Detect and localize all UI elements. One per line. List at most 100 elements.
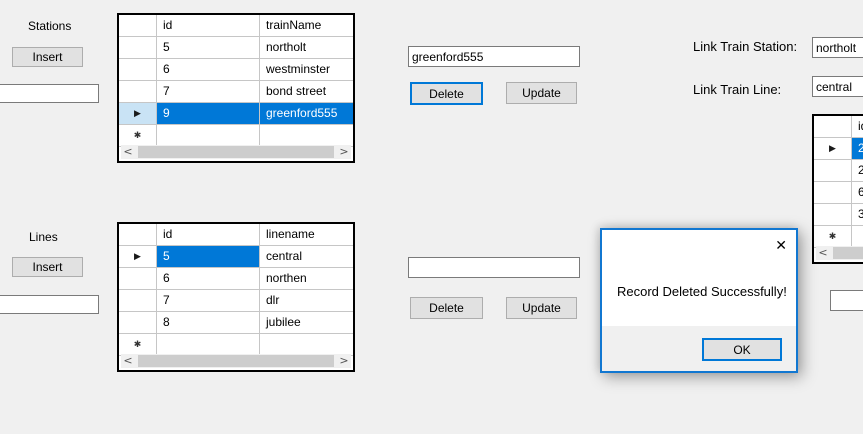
cell-trainname[interactable]: bond street bbox=[260, 81, 353, 102]
cell-id[interactable]: 2 bbox=[852, 160, 863, 181]
table-row-selected[interactable]: ▶ 5 central bbox=[119, 246, 353, 268]
link-train-line-label: Link Train Line: bbox=[693, 82, 781, 97]
stations-grid-header-row: id trainName bbox=[119, 15, 353, 37]
table-row[interactable]: 2 bbox=[814, 160, 863, 182]
stations-insert-button[interactable]: Insert bbox=[12, 47, 83, 67]
link-train-station-input[interactable] bbox=[812, 37, 863, 58]
horizontal-scrollbar[interactable]: < > bbox=[816, 246, 863, 260]
row-header[interactable] bbox=[119, 81, 157, 102]
scroll-left-icon[interactable]: < bbox=[816, 246, 830, 260]
cell-id[interactable]: 5 bbox=[157, 246, 260, 267]
cell-id[interactable]: 7 bbox=[157, 290, 260, 311]
table-row[interactable]: 6 northen bbox=[119, 268, 353, 290]
new-row-header[interactable]: ✱ bbox=[119, 125, 157, 146]
scrollbar-thumb[interactable] bbox=[833, 247, 863, 259]
lines-grid[interactable]: id linename ▶ 5 central 6 northen 7 dlr … bbox=[117, 222, 355, 372]
new-row[interactable]: ✱ bbox=[119, 334, 353, 356]
new-row-icon: ✱ bbox=[829, 232, 837, 241]
table-row-selected[interactable]: ▶ 9 greenford555 bbox=[119, 103, 353, 125]
new-row[interactable]: ✱ bbox=[119, 125, 353, 147]
column-header-trainname[interactable]: trainName bbox=[260, 15, 353, 36]
line-edit-input[interactable] bbox=[408, 257, 580, 278]
lines-section-label: Lines bbox=[29, 230, 58, 244]
cell-id[interactable]: 7 bbox=[157, 81, 260, 102]
line-delete-button[interactable]: Delete bbox=[410, 297, 483, 319]
table-row[interactable]: 6 westminster bbox=[119, 59, 353, 81]
scrollbar-thumb[interactable] bbox=[138, 146, 334, 158]
cell-trainname[interactable]: northolt bbox=[260, 37, 353, 58]
table-row[interactable]: 7 bond street bbox=[119, 81, 353, 103]
scrollbar-thumb[interactable] bbox=[138, 355, 334, 367]
column-header-linename[interactable]: linename bbox=[260, 224, 353, 245]
station-edit-input[interactable] bbox=[408, 46, 580, 67]
cell-linename[interactable]: northen bbox=[260, 268, 353, 289]
grid-corner-cell bbox=[119, 15, 157, 36]
cell-trainname[interactable]: westminster bbox=[260, 59, 353, 80]
cell-id[interactable]: 9 bbox=[157, 103, 260, 124]
stations-grid[interactable]: id trainName 5 northolt 6 westminster 7 … bbox=[117, 13, 355, 163]
column-header-id[interactable]: id bbox=[852, 116, 863, 137]
cell-id[interactable]: 8 bbox=[157, 312, 260, 333]
new-row[interactable]: ✱ bbox=[814, 226, 863, 248]
row-header[interactable] bbox=[119, 59, 157, 80]
link-input[interactable] bbox=[830, 290, 863, 311]
cell-linename[interactable]: jubilee bbox=[260, 312, 353, 333]
current-row-header[interactable]: ▶ bbox=[119, 103, 157, 124]
row-header[interactable] bbox=[814, 204, 852, 225]
table-row-selected[interactable]: ▶ 2 bbox=[814, 138, 863, 160]
cell-id-empty[interactable] bbox=[157, 125, 260, 146]
current-row-icon: ▶ bbox=[829, 144, 836, 153]
new-row-header[interactable]: ✱ bbox=[814, 226, 852, 247]
horizontal-scrollbar[interactable]: < > bbox=[121, 145, 351, 159]
horizontal-scrollbar[interactable]: < > bbox=[121, 354, 351, 368]
scroll-left-icon[interactable]: < bbox=[121, 145, 135, 159]
cell-id-empty[interactable] bbox=[852, 226, 863, 247]
dialog-footer: OK bbox=[602, 326, 796, 371]
cell-linename[interactable]: dlr bbox=[260, 290, 353, 311]
current-row-icon: ▶ bbox=[134, 109, 141, 118]
line-update-button[interactable]: Update bbox=[506, 297, 577, 319]
link-grid[interactable]: id ▶ 2 2 6 3 ✱ < > bbox=[812, 114, 863, 264]
lines-insert-button[interactable]: Insert bbox=[12, 257, 83, 277]
row-header[interactable] bbox=[119, 312, 157, 333]
cell-id[interactable]: 6 bbox=[157, 59, 260, 80]
cell-id[interactable]: 6 bbox=[852, 182, 863, 203]
cell-trainname[interactable]: greenford555 bbox=[260, 103, 353, 124]
cell-id-empty[interactable] bbox=[157, 334, 260, 355]
table-row[interactable]: 7 dlr bbox=[119, 290, 353, 312]
cell-linename-empty[interactable] bbox=[260, 334, 353, 355]
table-row[interactable]: 5 northolt bbox=[119, 37, 353, 59]
current-row-header[interactable]: ▶ bbox=[814, 138, 852, 159]
table-row[interactable]: 6 bbox=[814, 182, 863, 204]
close-icon[interactable]: ✕ bbox=[775, 239, 787, 253]
grid-corner-cell bbox=[814, 116, 852, 137]
column-header-id[interactable]: id bbox=[157, 224, 260, 245]
station-update-button[interactable]: Update bbox=[506, 82, 577, 104]
scroll-right-icon[interactable]: > bbox=[337, 354, 351, 368]
row-header[interactable] bbox=[119, 37, 157, 58]
stations-section-label: Stations bbox=[28, 19, 71, 33]
lines-insert-input[interactable] bbox=[0, 295, 99, 314]
column-header-id[interactable]: id bbox=[157, 15, 260, 36]
cell-id[interactable]: 6 bbox=[157, 268, 260, 289]
row-header[interactable] bbox=[814, 182, 852, 203]
cell-id[interactable]: 5 bbox=[157, 37, 260, 58]
row-header[interactable] bbox=[814, 160, 852, 181]
cell-id[interactable]: 3 bbox=[852, 204, 863, 225]
scroll-right-icon[interactable]: > bbox=[337, 145, 351, 159]
stations-insert-input[interactable] bbox=[0, 84, 99, 103]
cell-trainname-empty[interactable] bbox=[260, 125, 353, 146]
ok-button[interactable]: OK bbox=[702, 338, 782, 361]
row-header[interactable] bbox=[119, 268, 157, 289]
cell-linename[interactable]: central bbox=[260, 246, 353, 267]
new-row-header[interactable]: ✱ bbox=[119, 334, 157, 355]
row-header[interactable] bbox=[119, 290, 157, 311]
link-train-line-input[interactable] bbox=[812, 76, 863, 97]
cell-id[interactable]: 2 bbox=[852, 138, 863, 159]
table-row[interactable]: 3 bbox=[814, 204, 863, 226]
current-row-icon: ▶ bbox=[134, 252, 141, 261]
scroll-left-icon[interactable]: < bbox=[121, 354, 135, 368]
current-row-header[interactable]: ▶ bbox=[119, 246, 157, 267]
table-row[interactable]: 8 jubilee bbox=[119, 312, 353, 334]
station-delete-button[interactable]: Delete bbox=[410, 82, 483, 105]
